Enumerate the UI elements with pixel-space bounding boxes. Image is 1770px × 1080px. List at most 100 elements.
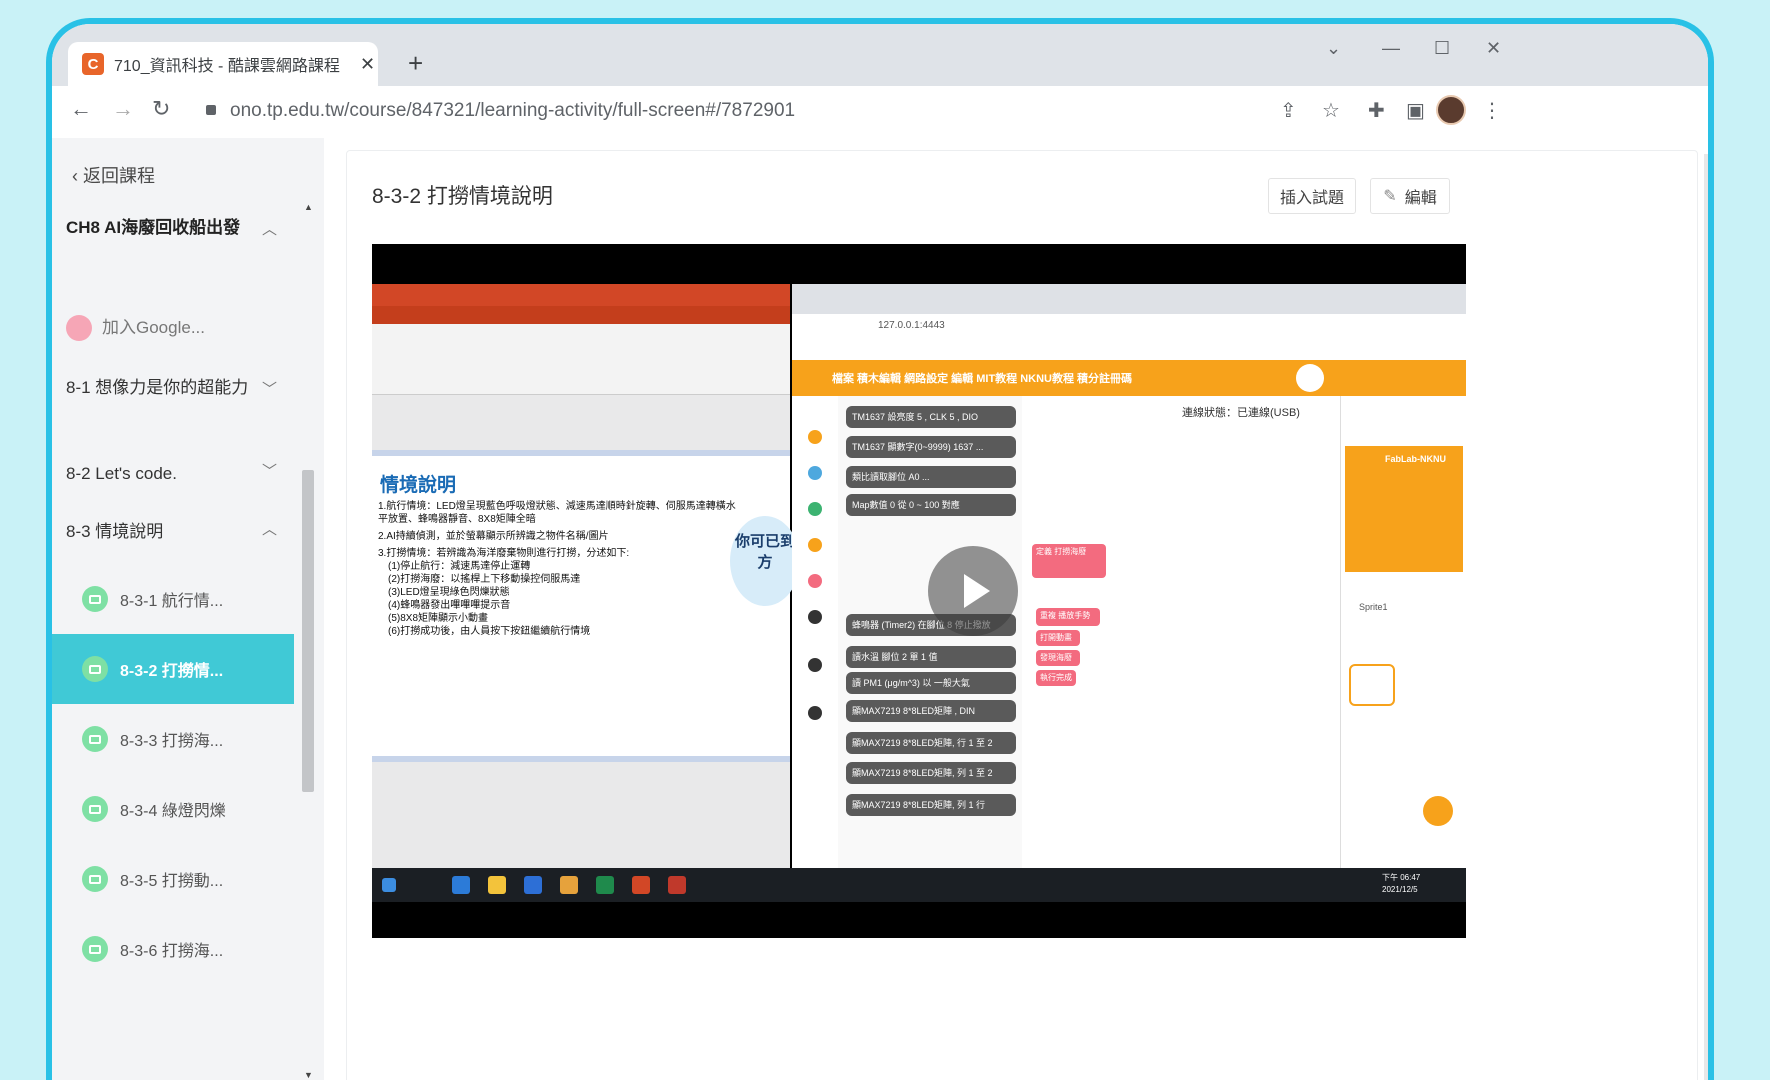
url-text: ono.tp.edu.tw/course/847321/learning-act… [230,100,796,121]
add-sprite-button[interactable] [1423,796,1453,826]
sidebar-item-8-3[interactable]: 8-3 情境說明 [66,518,284,546]
side-panel-icon[interactable]: ▣ [1406,98,1425,123]
url-field[interactable]: ono.tp.edu.tw/course/847321/learning-act… [206,100,795,122]
sub-item-label: 8-3-5 打撈動... [120,873,224,890]
slide-line: (1)停止航行：減速馬達停止運轉 [388,561,531,572]
sub-item-8-3-4[interactable]: 8-3-4 綠燈閃爍 [52,774,294,844]
app-icon [668,876,686,894]
code-block[interactable]: 顯MAX7219 8*8LED矩陣 , DIN [846,700,1016,722]
code-block[interactable]: Map數值 0 從 0 ~ 100 對應 [846,494,1016,516]
sidebar-scrollbar[interactable]: ▲ ▼ [298,198,314,1080]
code-block[interactable]: 讀水溫 腳位 2 單 1 值 [846,646,1016,668]
close-window-button[interactable]: ✕ [1486,38,1501,59]
code-block[interactable]: 類比讀取腳位 A0 ... [846,466,1016,488]
sidebar-item-label: 8-2 Let's code. [66,464,177,483]
sprite-thumbnail[interactable] [1349,664,1395,706]
sub-item-8-3-5[interactable]: 8-3-5 打撈動... [52,844,294,914]
back-arrow-icon[interactable]: ← [70,96,92,122]
sidebar-item-8-2[interactable]: 8-2 Let's code. [66,460,284,488]
powerpoint-icon [632,876,650,894]
tab-close-icon[interactable]: ✕ [360,54,375,75]
slide-line: (5)8X8矩陣顯示小動畫 [388,613,489,624]
slide-line: (3)LED燈呈現綠色閃爍狀態 [388,587,510,598]
stage: FabLab-NKNU [1345,446,1463,572]
user-avatar [1296,364,1324,392]
new-tab-button[interactable]: + [408,48,423,79]
stage-panel: FabLab-NKNU Sprite1 [1340,396,1466,868]
profile-avatar[interactable] [1436,95,1466,125]
scroll-up-icon[interactable]: ▲ [304,202,313,212]
bookmark-star-icon[interactable]: ☆ [1322,98,1340,123]
sub-item-8-3-1[interactable]: 8-3-1 航行情... [52,564,294,634]
code-block[interactable]: 顯MAX7219 8*8LED矩陣, 列 1 至 2 [846,762,1016,784]
slide-body: 1.航行情境：LED燈呈現藍色呼吸燈狀態、減速馬達順時針旋轉、伺服馬達轉橫水平放… [378,500,738,638]
sub-item-8-3-2-active[interactable]: 8-3-2 打撈情... [52,634,294,704]
tab-strip: C 710_資訊科技 - 酷課雲網路課程 ✕ + ⌄ — ☐ ✕ [52,24,1708,86]
code-workspace: 連線狀態：已連線(USB) 定義 打撈海廢 重複 播放手勢 打開動畫 發現海廢 … [1022,396,1340,868]
back-to-course-link[interactable]: ‹ 返回課程 [72,162,155,188]
editor-menu-text: 檔案 積木編輯 網路設定 編輯 MIT教程 NKNU教程 積分註冊碼 [832,373,1133,385]
scroll-thumb[interactable] [302,470,314,792]
app-icon [524,876,542,894]
ppt-toolbar [372,324,790,395]
video-play-icon [82,936,108,962]
reload-icon[interactable]: ↻ [152,96,170,122]
forward-arrow-icon[interactable]: → [112,96,134,122]
chevron-up-icon[interactable]: ︿ [262,518,277,539]
browser-tab[interactable]: C 710_資訊科技 - 酷課雲網路課程 ✕ [68,42,378,86]
file-explorer-icon [488,876,506,894]
code-block[interactable]: 讀 PM1 (μg/m^3) 以 一般大氣 [846,672,1016,694]
pink-block[interactable]: 打開動畫 [1036,630,1080,646]
stage-label: FabLab-NKNU [1385,454,1446,464]
sub-item-8-3-3[interactable]: 8-3-3 打撈海... [52,704,294,774]
chevron-down-icon[interactable]: ﹀ [262,378,277,399]
page-scrollbar[interactable] [1704,154,1708,1080]
menu-kebab-icon[interactable]: ⋮ [1482,98,1502,123]
sub-item-8-3-6[interactable]: 8-3-6 打撈海... [52,914,294,984]
clock-time: 下午 06:47 [1382,873,1421,882]
chevron-down-icon[interactable]: ﹀ [262,460,277,481]
sprite-name: Sprite1 [1359,602,1388,612]
sidebar-item-label: 8-3 情境說明 [66,522,164,541]
chrome-icon [560,876,578,894]
scroll-down-icon[interactable]: ▼ [304,1070,313,1080]
tab-title: 710_資訊科技 - 酷課雲網路課程 [114,58,340,75]
pink-block[interactable]: 定義 打撈海廢 [1032,544,1106,578]
block-categories [792,396,838,868]
sidebar-item-8-1[interactable]: 8-1 想像力是你的超能力 [66,374,284,402]
windows-start-icon [382,878,396,892]
edit-label: 編輯 [1404,190,1437,207]
extensions-icon[interactable]: ✚ [1368,98,1385,123]
block-palette: TM1637 設亮度 5 , CLK 5 , DIO TM1637 顯數字(0~… [838,396,1022,868]
browser-window: C 710_資訊科技 - 酷課雲網路課程 ✕ + ⌄ — ☐ ✕ ← → ↻ o… [46,18,1714,1080]
code-block[interactable]: TM1637 顯數字(0~9999) 1637 ... [846,436,1016,458]
slide-title: 情境說明 [380,475,457,496]
powerpoint-window: 情境說明 1.航行情境：LED燈呈現藍色呼吸燈狀態、減速馬達順時針旋轉、伺服馬達… [372,284,800,868]
code-block[interactable]: 顯MAX7219 8*8LED矩陣, 行 1 至 2 [846,732,1016,754]
pink-block[interactable]: 重複 播放手勢 [1036,608,1100,626]
slide-line: 2.AI持續偵測，並於螢幕顯示所辨識之物件名稱/圖片 [378,531,609,542]
connection-status: 連線狀態：已連線(USB) [1182,407,1300,419]
chevron-up-icon[interactable]: ︿ [262,218,277,239]
maximize-button[interactable]: ☐ [1434,38,1450,59]
excel-icon [596,876,614,894]
video-play-button[interactable] [928,546,1018,636]
video-play-icon [82,866,108,892]
insert-question-button[interactable]: 插入試題 [1268,178,1356,214]
code-block[interactable]: TM1637 設亮度 5 , CLK 5 , DIO [846,406,1016,428]
pink-block[interactable]: 執行完成 [1036,670,1076,686]
editor-menubar: 檔案 積木編輯 網路設定 編輯 MIT教程 NKNU教程 積分註冊碼 [792,360,1466,396]
slide: 情境說明 1.航行情境：LED燈呈現藍色呼吸燈狀態、減速馬達順時針旋轉、伺服馬達… [372,450,800,762]
pink-block[interactable]: 發現海廢 [1036,650,1080,666]
minimize-button[interactable]: — [1382,38,1400,59]
share-icon[interactable]: ⇪ [1280,98,1297,123]
video-player[interactable]: 情境說明 1.航行情境：LED燈呈現藍色呼吸燈狀態、減速馬達順時針旋轉、伺服馬達… [372,244,1466,938]
slide-line: (4)蜂鳴器發出嗶嗶嗶提示音 [388,600,511,611]
code-block[interactable]: 顯MAX7219 8*8LED矩陣, 列 1 行 [846,794,1016,816]
windows-taskbar: 下午 06:47 2021/12/5 [372,868,1466,902]
sidebar-item-google[interactable]: 加入Google... [66,314,284,342]
tab-search-icon[interactable]: ⌄ [1326,38,1341,59]
sub-item-label: 8-3-3 打撈海... [120,733,224,750]
chapter-heading[interactable]: CH8 AI海廢回收船出發 [66,214,284,242]
edit-button[interactable]: ✎ 編輯 [1370,178,1450,214]
